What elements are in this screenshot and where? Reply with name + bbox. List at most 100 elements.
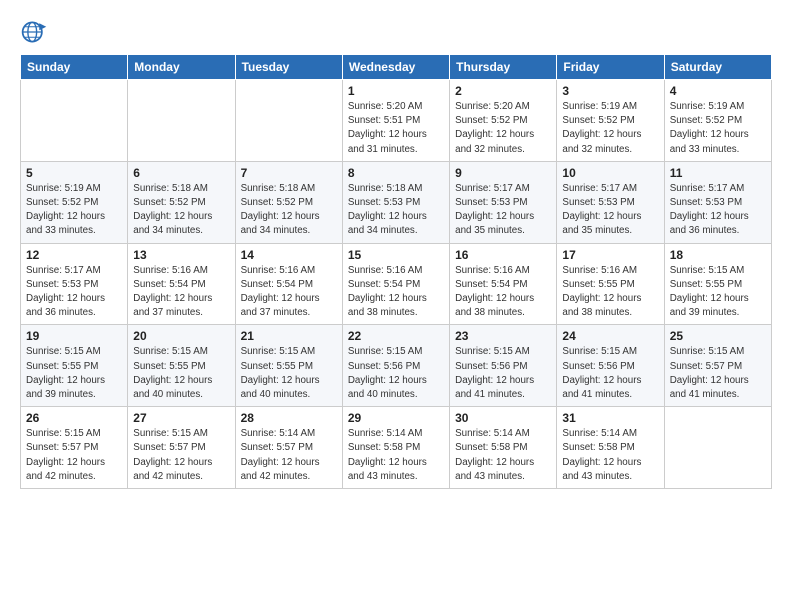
day-number: 16 xyxy=(455,248,551,262)
day-number: 6 xyxy=(133,166,229,180)
day-info: Sunrise: 5:14 AM Sunset: 5:58 PM Dayligh… xyxy=(455,427,551,484)
day-info: Sunrise: 5:15 AM Sunset: 5:57 PM Dayligh… xyxy=(26,427,122,484)
day-info: Sunrise: 5:19 AM Sunset: 5:52 PM Dayligh… xyxy=(562,100,658,157)
day-info: Sunrise: 5:17 AM Sunset: 5:53 PM Dayligh… xyxy=(455,182,551,239)
day-number: 25 xyxy=(670,329,766,343)
week-row-3: 12Sunrise: 5:17 AM Sunset: 5:53 PM Dayli… xyxy=(21,243,772,325)
day-info: Sunrise: 5:15 AM Sunset: 5:56 PM Dayligh… xyxy=(455,345,551,402)
day-number: 4 xyxy=(670,84,766,98)
weekday-header-row: SundayMondayTuesdayWednesdayThursdayFrid… xyxy=(21,55,772,80)
day-number: 22 xyxy=(348,329,444,343)
day-info: Sunrise: 5:19 AM Sunset: 5:52 PM Dayligh… xyxy=(670,100,766,157)
day-info: Sunrise: 5:18 AM Sunset: 5:53 PM Dayligh… xyxy=(348,182,444,239)
weekday-saturday: Saturday xyxy=(664,55,771,80)
calendar-cell: 7 Sunrise: 5:18 AM Sunset: 5:52 PM Daylig… xyxy=(235,161,342,243)
day-number: 24 xyxy=(562,329,658,343)
calendar-cell: 12Sunrise: 5:17 AM Sunset: 5:53 PM Dayli… xyxy=(21,243,128,325)
logo xyxy=(20,18,52,46)
calendar-cell: 28 Sunrise: 5:14 AM Sunset: 5:57 PM Dayli… xyxy=(235,407,342,489)
page: SundayMondayTuesdayWednesdayThursdayFrid… xyxy=(0,0,792,501)
weekday-friday: Friday xyxy=(557,55,664,80)
day-info: Sunrise: 5:17 AM Sunset: 5:53 PM Dayligh… xyxy=(670,182,766,239)
calendar-cell: 10Sunrise: 5:17 AM Sunset: 5:53 PM Dayli… xyxy=(557,161,664,243)
day-number: 11 xyxy=(670,166,766,180)
calendar-cell: 2 Sunrise: 5:20 AM Sunset: 5:52 PM Daylig… xyxy=(450,80,557,162)
calendar-cell: 27Sunrise: 5:15 AM Sunset: 5:57 PM Dayli… xyxy=(128,407,235,489)
day-info: Sunrise: 5:15 AM Sunset: 5:56 PM Dayligh… xyxy=(562,345,658,402)
day-info: Sunrise: 5:14 AM Sunset: 5:58 PM Dayligh… xyxy=(562,427,658,484)
calendar-cell: 4 Sunrise: 5:19 AM Sunset: 5:52 PM Daylig… xyxy=(664,80,771,162)
day-info: Sunrise: 5:16 AM Sunset: 5:54 PM Dayligh… xyxy=(133,264,229,321)
calendar-cell: 1 Sunrise: 5:20 AM Sunset: 5:51 PM Daylig… xyxy=(342,80,449,162)
week-row-5: 26Sunrise: 5:15 AM Sunset: 5:57 PM Dayli… xyxy=(21,407,772,489)
calendar-cell: 26Sunrise: 5:15 AM Sunset: 5:57 PM Dayli… xyxy=(21,407,128,489)
day-info: Sunrise: 5:15 AM Sunset: 5:57 PM Dayligh… xyxy=(670,345,766,402)
weekday-monday: Monday xyxy=(128,55,235,80)
day-info: Sunrise: 5:16 AM Sunset: 5:54 PM Dayligh… xyxy=(455,264,551,321)
day-number: 23 xyxy=(455,329,551,343)
calendar-cell: 18 Sunrise: 5:15 AM Sunset: 5:55 PM Dayli… xyxy=(664,243,771,325)
day-number: 10 xyxy=(562,166,658,180)
calendar-cell: 5Sunrise: 5:19 AM Sunset: 5:52 PM Daylig… xyxy=(21,161,128,243)
calendar-cell: 15Sunrise: 5:16 AM Sunset: 5:54 PM Dayli… xyxy=(342,243,449,325)
day-number: 3 xyxy=(562,84,658,98)
day-number: 1 xyxy=(348,84,444,98)
calendar-cell xyxy=(21,80,128,162)
day-number: 7 xyxy=(241,166,337,180)
calendar-cell: 11 Sunrise: 5:17 AM Sunset: 5:53 PM Dayli… xyxy=(664,161,771,243)
day-number: 15 xyxy=(348,248,444,262)
day-info: Sunrise: 5:19 AM Sunset: 5:52 PM Dayligh… xyxy=(26,182,122,239)
day-info: Sunrise: 5:14 AM Sunset: 5:57 PM Dayligh… xyxy=(241,427,337,484)
calendar-cell: 17 Sunrise: 5:16 AM Sunset: 5:55 PM Dayli… xyxy=(557,243,664,325)
day-info: Sunrise: 5:20 AM Sunset: 5:52 PM Dayligh… xyxy=(455,100,551,157)
day-info: Sunrise: 5:17 AM Sunset: 5:53 PM Dayligh… xyxy=(26,264,122,321)
day-info: Sunrise: 5:18 AM Sunset: 5:52 PM Dayligh… xyxy=(241,182,337,239)
weekday-wednesday: Wednesday xyxy=(342,55,449,80)
day-number: 21 xyxy=(241,329,337,343)
calendar-cell: 30 Sunrise: 5:14 AM Sunset: 5:58 PM Dayli… xyxy=(450,407,557,489)
day-number: 18 xyxy=(670,248,766,262)
calendar-cell: 9 Sunrise: 5:17 AM Sunset: 5:53 PM Daylig… xyxy=(450,161,557,243)
calendar-cell xyxy=(664,407,771,489)
calendar-cell: 8 Sunrise: 5:18 AM Sunset: 5:53 PM Daylig… xyxy=(342,161,449,243)
calendar-cell: 19Sunrise: 5:15 AM Sunset: 5:55 PM Dayli… xyxy=(21,325,128,407)
day-number: 13 xyxy=(133,248,229,262)
calendar-cell: 21Sunrise: 5:15 AM Sunset: 5:55 PM Dayli… xyxy=(235,325,342,407)
day-info: Sunrise: 5:18 AM Sunset: 5:52 PM Dayligh… xyxy=(133,182,229,239)
week-row-4: 19 Sunrise: 5:15 AM Sunset: 5:55 PM Dayli… xyxy=(21,325,772,407)
calendar-cell: 31 Sunrise: 5:14 AM Sunset: 5:58 PM Dayli… xyxy=(557,407,664,489)
day-info: Sunrise: 5:15 AM Sunset: 5:55 PM Dayligh… xyxy=(670,264,766,321)
day-number: 2 xyxy=(455,84,551,98)
logo-icon xyxy=(20,18,48,46)
day-info: Sunrise: 5:15 AM Sunset: 5:57 PM Dayligh… xyxy=(133,427,229,484)
week-row-1: 1 Sunrise: 5:20 AM Sunset: 5:51 PM Daylig… xyxy=(21,80,772,162)
calendar-cell: 22 Sunrise: 5:15 AM Sunset: 5:56 PM Dayli… xyxy=(342,325,449,407)
day-info: Sunrise: 5:16 AM Sunset: 5:54 PM Dayligh… xyxy=(241,264,337,321)
day-number: 19 xyxy=(26,329,122,343)
day-info: Sunrise: 5:20 AM Sunset: 5:51 PM Dayligh… xyxy=(348,100,444,157)
calendar-body: 1 Sunrise: 5:20 AM Sunset: 5:51 PM Daylig… xyxy=(21,80,772,489)
calendar-cell: 24 Sunrise: 5:15 AM Sunset: 5:56 PM Dayli… xyxy=(557,325,664,407)
calendar-cell: 16 Sunrise: 5:16 AM Sunset: 5:54 PM Dayli… xyxy=(450,243,557,325)
day-info: Sunrise: 5:14 AM Sunset: 5:58 PM Dayligh… xyxy=(348,427,444,484)
calendar-cell: 13 Sunrise: 5:16 AM Sunset: 5:54 PM Dayli… xyxy=(128,243,235,325)
day-number: 20 xyxy=(133,329,229,343)
calendar-cell xyxy=(128,80,235,162)
day-number: 28 xyxy=(241,411,337,425)
calendar-cell: 23 Sunrise: 5:15 AM Sunset: 5:56 PM Dayli… xyxy=(450,325,557,407)
calendar-cell: 6 Sunrise: 5:18 AM Sunset: 5:52 PM Daylig… xyxy=(128,161,235,243)
day-number: 14 xyxy=(241,248,337,262)
day-number: 9 xyxy=(455,166,551,180)
day-number: 30 xyxy=(455,411,551,425)
week-row-2: 5Sunrise: 5:19 AM Sunset: 5:52 PM Daylig… xyxy=(21,161,772,243)
calendar-cell: 25 Sunrise: 5:15 AM Sunset: 5:57 PM Dayli… xyxy=(664,325,771,407)
calendar-cell: 29Sunrise: 5:14 AM Sunset: 5:58 PM Dayli… xyxy=(342,407,449,489)
day-number: 17 xyxy=(562,248,658,262)
calendar-cell: 20 Sunrise: 5:15 AM Sunset: 5:55 PM Dayli… xyxy=(128,325,235,407)
day-number: 8 xyxy=(348,166,444,180)
day-info: Sunrise: 5:15 AM Sunset: 5:55 PM Dayligh… xyxy=(133,345,229,402)
day-number: 31 xyxy=(562,411,658,425)
day-info: Sunrise: 5:15 AM Sunset: 5:56 PM Dayligh… xyxy=(348,345,444,402)
weekday-tuesday: Tuesday xyxy=(235,55,342,80)
day-info: Sunrise: 5:16 AM Sunset: 5:55 PM Dayligh… xyxy=(562,264,658,321)
